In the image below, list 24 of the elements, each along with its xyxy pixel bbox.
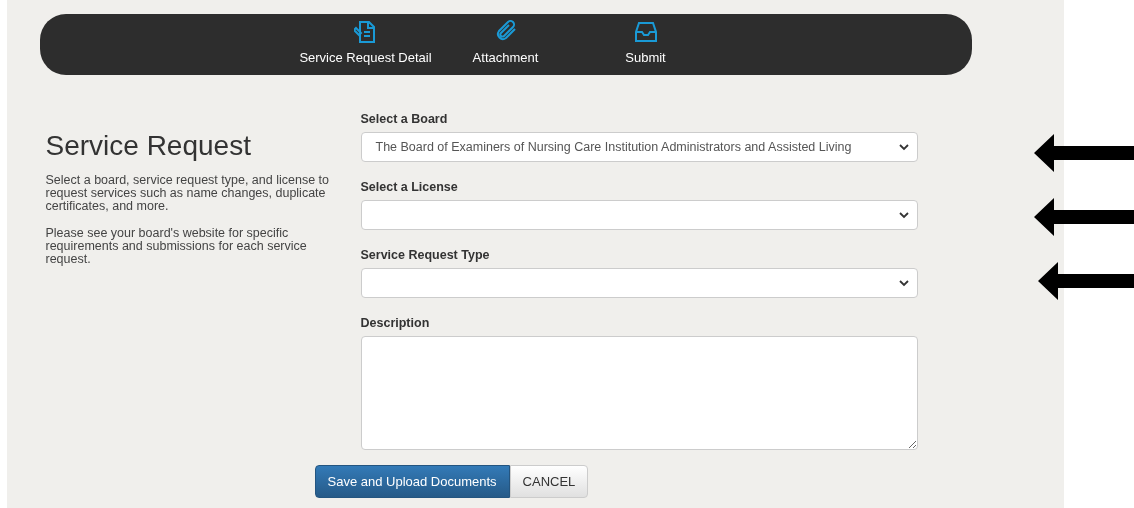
select-field[interactable]: The Board of Examiners of Nursing Care Institution Administrators and Assisted Living [360,132,918,162]
document-edit-icon [353,20,378,44]
intro-text: Please see your board's website for specific requirements and submissions for each service request. [45,227,308,266]
field-label: Service Request Type [360,248,491,262]
arrow-icon [1034,134,1134,172]
step-label[interactable]: Service Request Detail [299,50,432,65]
field-label: Description [360,316,431,330]
intro-text: Select a board, service request type, and license to request services such as name changes, duplicate certificates, and more. [45,174,330,213]
cancel-button[interactable]: CANCEL [509,465,589,498]
chevron-down-icon [898,279,909,287]
select-field[interactable] [360,268,918,298]
page-title: Service Request [45,130,252,162]
step-label[interactable]: Attachment [472,50,539,65]
field-label: Select a License [360,180,459,194]
chevron-down-icon [898,143,909,151]
description-field[interactable] [360,336,918,450]
select-field[interactable] [360,200,918,230]
chevron-down-icon [898,211,909,219]
field-label: Select a Board [360,112,449,126]
arrow-icon [1034,198,1134,236]
step-label[interactable]: Submit [625,50,666,65]
save-button[interactable]: Save and Upload Documents [314,465,510,498]
arrow-icon [1038,262,1134,300]
inbox-icon [633,20,658,44]
